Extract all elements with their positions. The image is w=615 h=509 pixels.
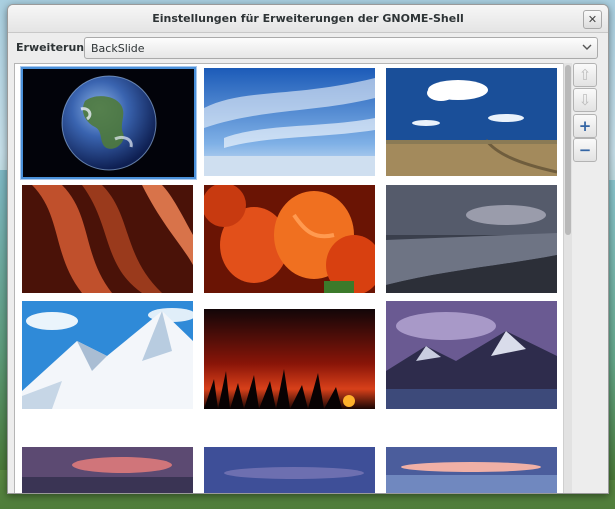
sky-clouds-image [204, 68, 375, 176]
arrow-up-icon: ⇧ [578, 66, 592, 84]
move-up-button[interactable]: ⇧ [573, 63, 597, 87]
earth-image [23, 69, 194, 177]
wallpaper-thumbnail-snow-mountain[interactable] [21, 300, 194, 410]
extension-select[interactable]: BackSlide [84, 37, 598, 59]
sunset-lake-image [386, 447, 557, 493]
canyon-image [22, 185, 193, 293]
minus-icon: − [578, 141, 592, 159]
wallpaper-thumbnail-canyon[interactable] [21, 184, 194, 294]
wallpaper-scrollbar[interactable] [563, 63, 572, 493]
titlebar[interactable]: Einstellungen für Erweiterungen der GNOM… [8, 5, 608, 33]
extension-label: Erweiterung [16, 41, 93, 54]
wallpaper-thumbnail-prairie[interactable] [385, 67, 558, 177]
wallpaper-thumbnail-sky[interactable] [203, 67, 376, 177]
wallpaper-thumbnail-purple-mountains[interactable] [385, 300, 558, 410]
close-icon: ✕ [587, 13, 598, 26]
prairie-image [386, 68, 557, 176]
seashore-image [386, 185, 557, 293]
snow-mountain-image [22, 301, 193, 409]
chevron-down-icon [582, 44, 592, 50]
wallpaper-thumbnail-sunset-lake[interactable] [385, 446, 558, 493]
wallpaper-thumbnail-red-sunset[interactable] [203, 308, 376, 410]
wallpaper-thumbnail-seashore[interactable] [385, 184, 558, 294]
wallpaper-thumbnail-dusk-horizon[interactable] [21, 446, 194, 493]
close-button[interactable]: ✕ [583, 10, 602, 29]
blue-dusk-image [204, 447, 375, 493]
arrow-down-icon: ⇩ [578, 91, 592, 109]
wallpaper-thumbnail-blue-dusk[interactable] [203, 446, 376, 493]
plus-icon: + [578, 117, 592, 135]
window-title: Einstellungen für Erweiterungen der GNOM… [152, 12, 464, 25]
tulips-image [204, 185, 375, 293]
remove-wallpaper-button[interactable]: − [573, 138, 597, 162]
dusk-horizon-image [22, 447, 193, 493]
purple-mountains-image [386, 301, 557, 409]
wallpaper-grid[interactable] [14, 63, 564, 493]
add-wallpaper-button[interactable]: + [573, 114, 597, 138]
extension-settings-window: Einstellungen für Erweiterungen der GNOM… [7, 4, 609, 494]
extension-select-value: BackSlide [91, 42, 145, 55]
move-down-button[interactable]: ⇩ [573, 88, 597, 112]
red-sunset-image [204, 309, 375, 409]
extension-row: Erweiterung BackSlide [8, 33, 608, 63]
scrollbar-thumb[interactable] [565, 65, 571, 235]
wallpaper-thumbnail-earth[interactable] [21, 67, 196, 179]
wallpaper-thumbnail-tulips[interactable] [203, 184, 376, 294]
